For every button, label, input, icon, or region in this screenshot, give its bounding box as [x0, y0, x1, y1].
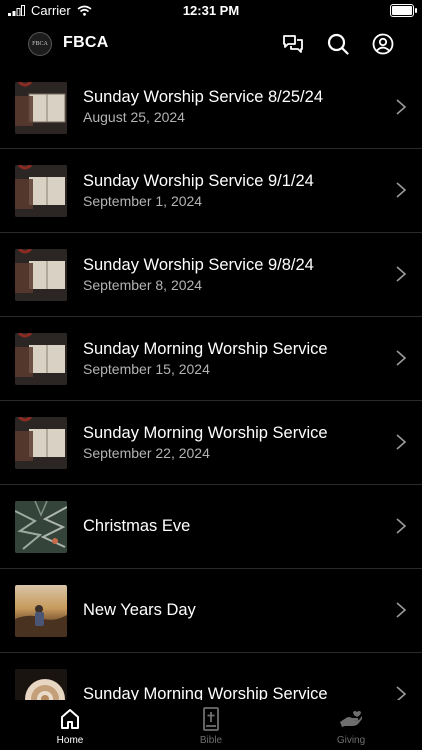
sermon-title: Sunday Morning Worship Service — [83, 424, 328, 442]
list-item[interactable]: Sunday Worship Service 8/25/24 August 25… — [0, 66, 422, 149]
sermon-title: Christmas Eve — [83, 517, 191, 535]
list-item[interactable]: New Years Day — [0, 569, 422, 653]
list-item[interactable]: Sunday Worship Service 9/1/24 September … — [0, 149, 422, 233]
battery-icon — [390, 4, 417, 17]
sermon-thumbnail — [15, 417, 67, 469]
app-title: FBCA — [63, 34, 109, 51]
sermon-thumbnail — [15, 585, 67, 637]
chevron-right-icon — [396, 602, 407, 618]
tab-bar: Home Bible Giving — [0, 700, 422, 750]
sermon-thumbnail — [15, 165, 67, 217]
sermon-title: Sunday Worship Service 9/8/24 — [83, 256, 314, 274]
list-item[interactable]: Sunday Morning Worship Service September… — [0, 401, 422, 485]
sermon-thumbnail — [15, 501, 67, 553]
list-item[interactable]: Sunday Worship Service 9/8/24 September … — [0, 233, 422, 317]
chevron-right-icon — [396, 350, 407, 366]
sermon-thumbnail — [15, 333, 67, 385]
chevron-right-icon — [396, 99, 407, 115]
chevron-right-icon — [396, 182, 407, 198]
church-logo: FBCA — [28, 32, 52, 56]
chevron-right-icon — [396, 518, 407, 534]
account-icon[interactable] — [370, 31, 396, 57]
chevron-right-icon — [396, 266, 407, 282]
sermon-date: September 8, 2024 — [83, 277, 203, 293]
sermon-thumbnail — [15, 249, 67, 301]
tab-home[interactable]: Home — [30, 706, 110, 746]
tab-bible[interactable]: Bible — [171, 706, 251, 746]
sermon-date: August 25, 2024 — [83, 109, 185, 125]
app-header: FBCA FBCA — [0, 22, 422, 66]
sermon-thumbnail — [15, 82, 67, 134]
sermon-title: Sunday Morning Worship Service — [83, 340, 328, 358]
status-bar: Carrier 12:31 PM — [0, 0, 422, 22]
status-time: 12:31 PM — [182, 3, 240, 18]
giving-hand-icon — [340, 711, 362, 727]
tab-giving[interactable]: Giving — [311, 706, 391, 746]
messages-icon[interactable] — [280, 31, 306, 57]
search-icon[interactable] — [325, 31, 351, 57]
tab-label: Home — [56, 735, 84, 746]
sermon-date: September 1, 2024 — [83, 193, 203, 209]
list-item[interactable]: Sunday Morning Worship Service — [0, 653, 422, 706]
chevron-right-icon — [396, 434, 407, 450]
sermon-title: Sunday Worship Service 8/25/24 — [83, 88, 323, 106]
bible-icon — [203, 707, 219, 731]
sermon-title: New Years Day — [83, 601, 196, 619]
tab-label: Giving — [336, 735, 366, 746]
sermon-title: Sunday Worship Service 9/1/24 — [83, 172, 314, 190]
list-item[interactable]: Christmas Eve — [0, 485, 422, 569]
home-icon — [61, 709, 79, 729]
sermon-date: September 22, 2024 — [83, 445, 210, 461]
tab-label: Bible — [199, 735, 223, 746]
list-item[interactable]: Sunday Morning Worship Service September… — [0, 317, 422, 401]
sermon-date: September 15, 2024 — [83, 361, 210, 377]
sermon-list: Sunday Worship Service 8/25/24 August 25… — [0, 66, 422, 706]
